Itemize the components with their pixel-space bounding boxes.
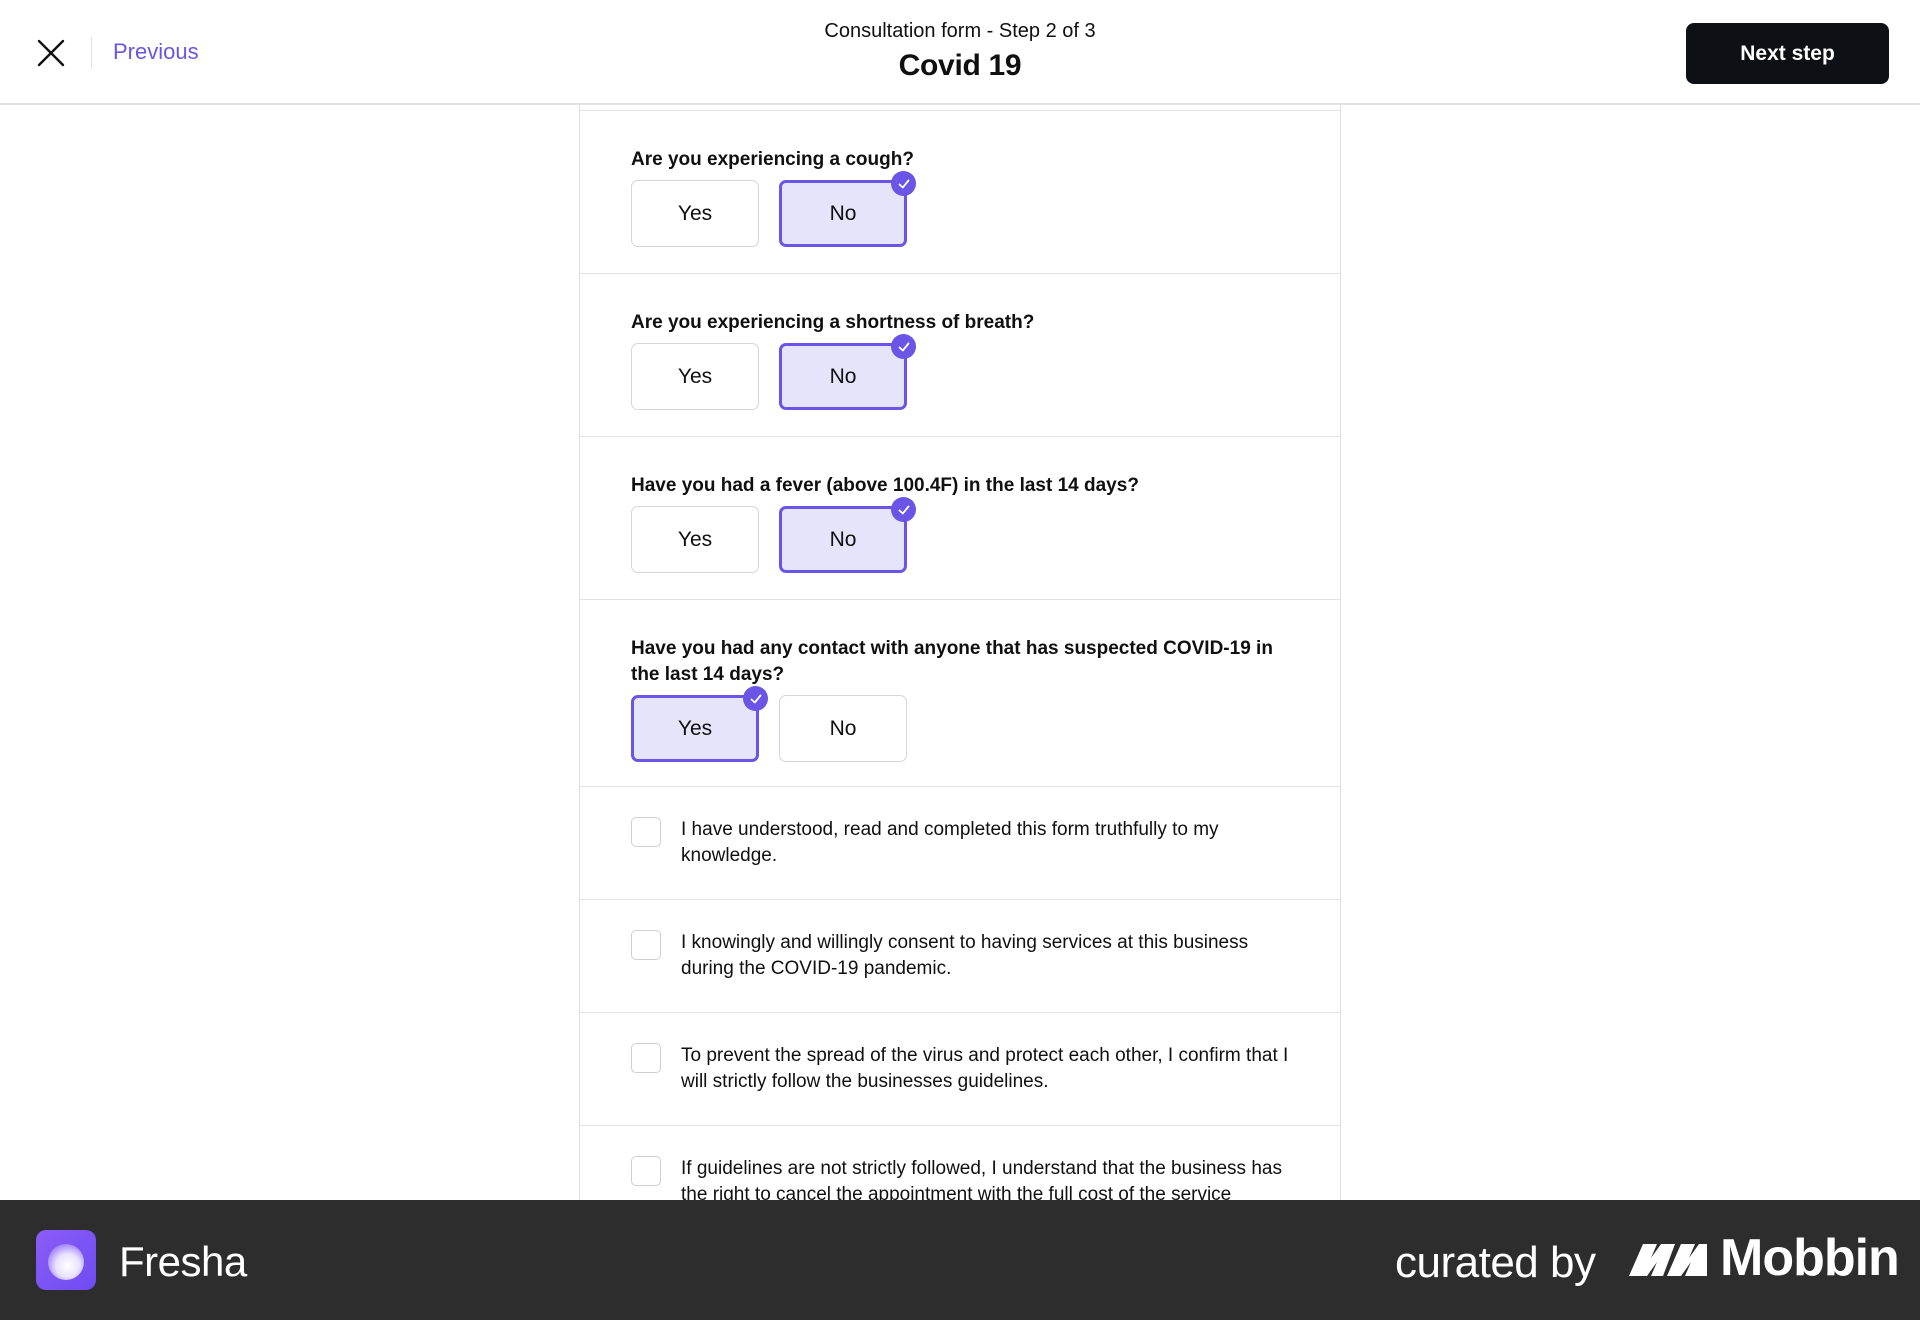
fresha-logo-icon [36,1230,96,1290]
curated-by-label: curated by [1395,1238,1596,1287]
next-step-button[interactable]: Next step [1686,23,1889,84]
answer-yes-button[interactable]: Yes [631,343,759,410]
page-title: Covid 19 [898,49,1022,82]
checkbox-row: If guidelines are not strictly followed,… [631,1156,1340,1200]
agreement-checkbox[interactable] [631,817,661,847]
answer-no-button[interactable]: No [779,695,907,762]
agreement-truthful: I have understood, read and completed th… [580,787,1340,900]
close-icon[interactable] [34,36,68,70]
answer-options: Yes No [631,334,1340,410]
checkbox-row: I have understood, read and completed th… [631,817,1340,869]
checkbox-row: To prevent the spread of the virus and p… [631,1043,1340,1095]
answer-label: Yes [677,716,713,740]
question-shortness-of-breath: Are you experiencing a shortness of brea… [580,274,1340,437]
question-cough: Are you experiencing a cough? Yes No [580,111,1340,274]
agreement-text: I have understood, read and completed th… [681,819,1219,866]
header-divider [91,37,92,69]
header-title-group: Consultation form - Step 2 of 3 Covid 19 [660,20,1260,83]
answer-options: Yes No [631,497,1340,573]
answer-label: Yes [677,201,713,225]
checkmark-icon [891,334,916,359]
question-label: Are you experiencing a cough? [631,149,914,170]
agreement-text: To prevent the spread of the virus and p… [681,1045,1289,1092]
answer-label: Yes [677,527,713,551]
checkmark-icon [891,171,916,196]
curator-name: Mobbin [1720,1229,1900,1287]
question-covid-contact: Have you had any contact with anyone tha… [580,600,1340,787]
consultation-form: Are you experiencing a cough? Yes No Are… [579,105,1341,1200]
agreement-checkbox[interactable] [631,930,661,960]
mobbin-logo-icon [1629,1244,1707,1276]
question-label: Are you experiencing a shortness of brea… [631,312,1035,333]
answer-yes-button[interactable]: Yes [631,686,768,762]
answer-label: No [829,201,857,225]
checkmark-icon [743,686,768,711]
question-fever: Have you had a fever (above 100.4F) in t… [580,437,1340,600]
agreement-guidelines: To prevent the spread of the virus and p… [580,1013,1340,1126]
answer-label: Yes [677,364,713,388]
question-label: Have you had any contact with anyone tha… [631,638,1273,685]
answer-label: No [829,364,857,388]
attribution-bar: Fresha curated by Mobbin [0,1200,1920,1320]
checkmark-icon [891,497,916,522]
agreement-cancellation: If guidelines are not strictly followed,… [580,1126,1340,1200]
answer-label: No [829,716,857,740]
agreement-consent: I knowingly and willingly consent to hav… [580,900,1340,1013]
agreement-checkbox[interactable] [631,1156,661,1186]
previous-link[interactable]: Previous [113,39,199,65]
top-bar: Previous Consultation form - Step 2 of 3… [0,0,1920,105]
answer-no-button[interactable]: No [779,497,916,573]
answer-no-button[interactable]: No [779,334,916,410]
answer-yes-button[interactable]: Yes [631,180,759,247]
question-label: Have you had a fever (above 100.4F) in t… [631,475,1139,496]
agreement-checkbox[interactable] [631,1043,661,1073]
agreement-text: If guidelines are not strictly followed,… [681,1158,1282,1200]
answer-options: Yes No [631,171,1340,247]
answer-label: No [829,527,857,551]
agreement-text: I knowingly and willingly consent to hav… [681,932,1249,979]
answer-no-button[interactable]: No [779,171,916,247]
brand-name: Fresha [119,1238,247,1285]
checkbox-row: I knowingly and willingly consent to hav… [631,930,1340,982]
answer-options: Yes No [631,686,1340,762]
step-indicator: Consultation form - Step 2 of 3 [824,20,1096,42]
answer-yes-button[interactable]: Yes [631,506,759,573]
